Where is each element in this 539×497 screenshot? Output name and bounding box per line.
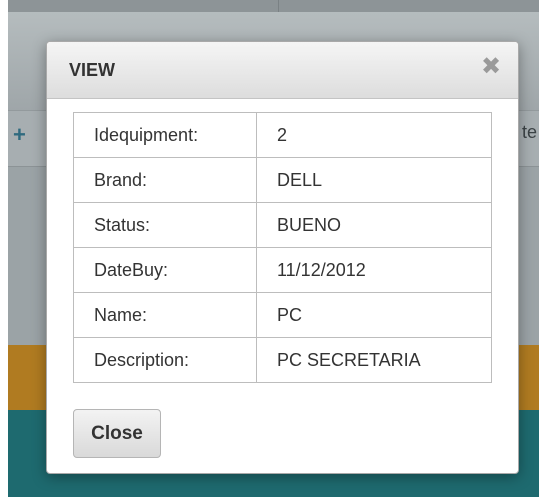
table-row: Status: BUENO bbox=[73, 202, 492, 248]
close-button[interactable]: Close bbox=[73, 409, 161, 458]
add-icon: + bbox=[13, 122, 26, 147]
table-row: Brand: DELL bbox=[73, 157, 492, 203]
table-row: Name: PC bbox=[73, 292, 492, 338]
field-label: Brand: bbox=[73, 157, 257, 203]
field-label: Idequipment: bbox=[73, 112, 257, 158]
view-dialog: VIEW ✖ Idequipment: 2 Brand: DELL Status: BUE… bbox=[46, 41, 519, 474]
field-label: Name: bbox=[73, 292, 257, 338]
table-row: DateBuy: 11/12/2012 bbox=[73, 247, 492, 293]
field-value: 2 bbox=[256, 112, 492, 158]
field-value: PC SECRETARIA bbox=[256, 337, 492, 383]
table-row: Description: PC SECRETARIA bbox=[73, 337, 492, 383]
field-label: DateBuy: bbox=[73, 247, 257, 293]
background-divider bbox=[278, 0, 279, 12]
background-column-label: te bbox=[522, 122, 538, 142]
table-row: Idequipment: 2 bbox=[73, 112, 492, 158]
field-value: BUENO bbox=[256, 202, 492, 248]
field-value: DELL bbox=[256, 157, 492, 203]
dialog-header: VIEW ✖ bbox=[47, 42, 518, 99]
field-label: Status: bbox=[73, 202, 257, 248]
field-value: PC bbox=[256, 292, 492, 338]
equipment-details-table: Idequipment: 2 Brand: DELL Status: BUENO DateB… bbox=[73, 112, 492, 383]
field-label: Description: bbox=[73, 337, 257, 383]
field-value: 11/12/2012 bbox=[256, 247, 492, 293]
dialog-title: VIEW bbox=[69, 60, 116, 80]
close-icon[interactable]: ✖ bbox=[480, 55, 502, 79]
